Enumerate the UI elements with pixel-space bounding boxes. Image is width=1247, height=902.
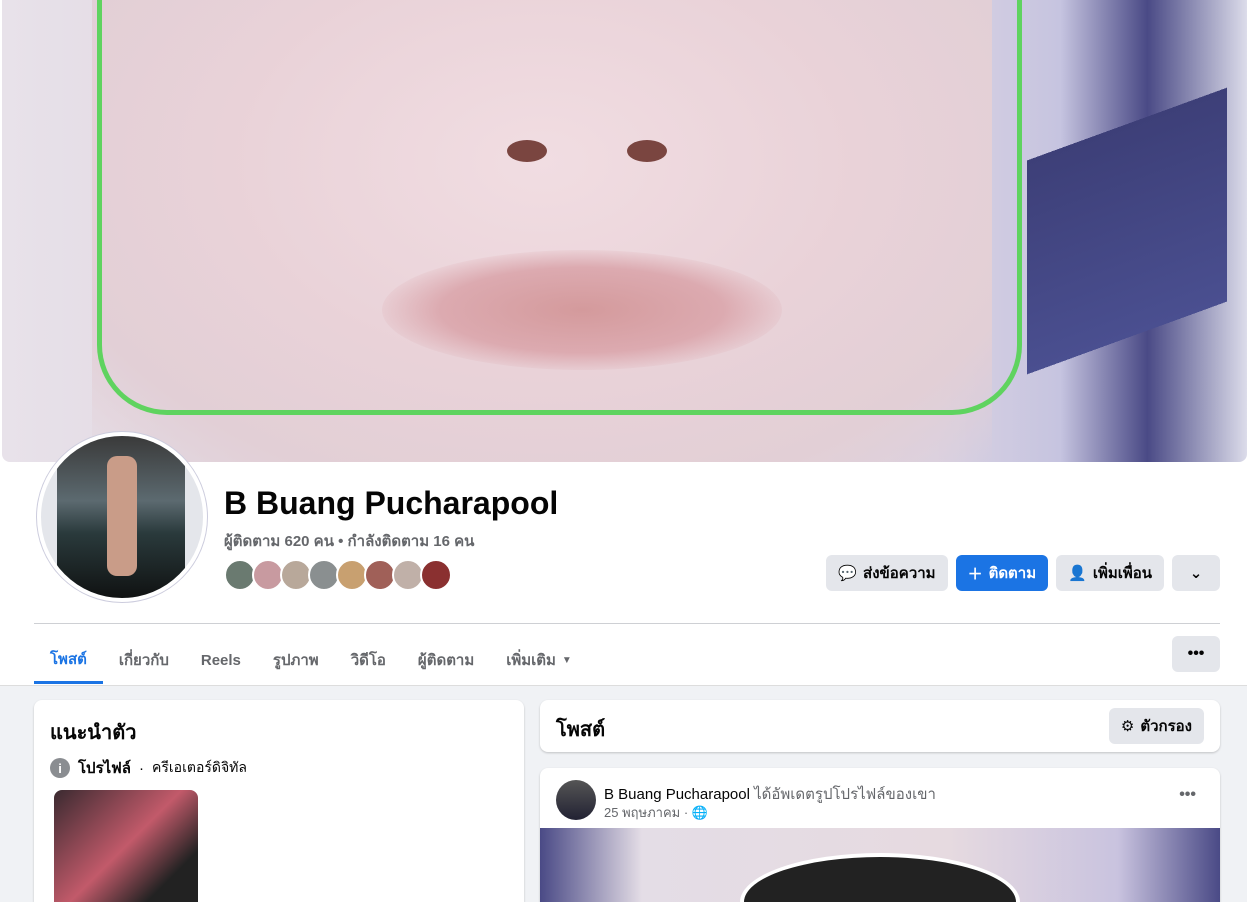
post-options-icon[interactable]: ••• <box>1179 786 1196 804</box>
tab-posts[interactable]: โพสต์ <box>34 636 103 684</box>
info-icon: i <box>50 758 70 778</box>
profile-label: โปรไฟล์ <box>78 760 131 777</box>
add-user-icon: 👤 <box>1068 565 1087 582</box>
chevron-down-icon: ⌄ <box>1189 565 1203 582</box>
profile-name: B Buang Pucharapool <box>224 485 559 521</box>
tab-about[interactable]: เกี่ยวกับ <box>103 636 185 684</box>
profile-picture[interactable] <box>37 432 207 602</box>
follow-label: ติดตาม <box>988 565 1037 582</box>
featured-photo[interactable] <box>54 790 198 902</box>
post-action: ได้อัพเดตรูปโปรไฟล์ของเขา <box>754 786 936 803</box>
post-card: B Buang Pucharapool ได้อัพเดตรูปโปรไฟล์ข… <box>540 768 1220 902</box>
filter-icon: ⚙ <box>1120 718 1135 735</box>
tab-more[interactable]: เพิ่มเติม ▼ <box>490 636 588 684</box>
tab-followers[interactable]: ผู้ติดตาม <box>402 636 490 684</box>
posts-title: โพสต์ <box>556 719 606 741</box>
post-author-avatar[interactable] <box>556 780 596 820</box>
friend-avatar[interactable] <box>420 559 452 591</box>
message-button[interactable]: 💬 ส่งข้อความ <box>826 555 948 591</box>
tab-reels[interactable]: Reels <box>185 636 257 684</box>
filter-button[interactable]: ⚙ ตัวกรอง <box>1108 708 1204 744</box>
follow-icon: ＋ <box>967 565 983 583</box>
posts-header-card: โพสต์ ⚙ ตัวกรอง <box>540 700 1220 752</box>
friend-avatars[interactable] <box>224 559 452 591</box>
add-friend-button[interactable]: 👤 เพิ่มเพื่อน <box>1056 555 1164 591</box>
tab-videos[interactable]: วิดีโอ <box>335 636 402 684</box>
tab-photos[interactable]: รูปภาพ <box>257 636 335 684</box>
post-author[interactable]: B Buang Pucharapool <box>604 786 750 803</box>
add-friend-label: เพิ่มเพื่อน <box>1092 565 1152 582</box>
message-label: ส่งข้อความ <box>863 565 936 582</box>
separator: · <box>139 759 144 777</box>
follow-button[interactable]: ＋ ติดตาม <box>955 555 1049 591</box>
intro-title: แนะนำตัว <box>50 722 137 744</box>
messenger-icon: 💬 <box>838 565 858 582</box>
more-options-button[interactable]: ⌄ <box>1172 555 1220 591</box>
profile-category: ครีเอเตอร์ดิจิทัล <box>152 759 247 775</box>
tab-more-label: เพิ่มเติม <box>506 652 556 669</box>
filter-label: ตัวกรอง <box>1140 718 1192 735</box>
cover-photo[interactable] <box>2 0 1247 462</box>
tabs-more-button[interactable]: ••• <box>1172 636 1220 672</box>
ellipsis-icon: ••• <box>1187 645 1205 662</box>
globe-icon: 🌐 <box>691 805 708 820</box>
post-date[interactable]: 25 พฤษภาคม <box>604 805 680 820</box>
followers-count[interactable]: ผู้ติดตาม 620 คน • กำลังติดตาม 16 คน <box>224 529 474 553</box>
caret-down-icon: ▼ <box>561 654 572 666</box>
intro-card: แนะนำตัว i โปรไฟล์ · ครีเอเตอร์ดิจิทัล <box>34 700 524 902</box>
profile-tabs: โพสต์ เกี่ยวกับ Reels รูปภาพ วิดีโอ ผู้ต… <box>34 636 588 684</box>
divider <box>34 623 1220 624</box>
